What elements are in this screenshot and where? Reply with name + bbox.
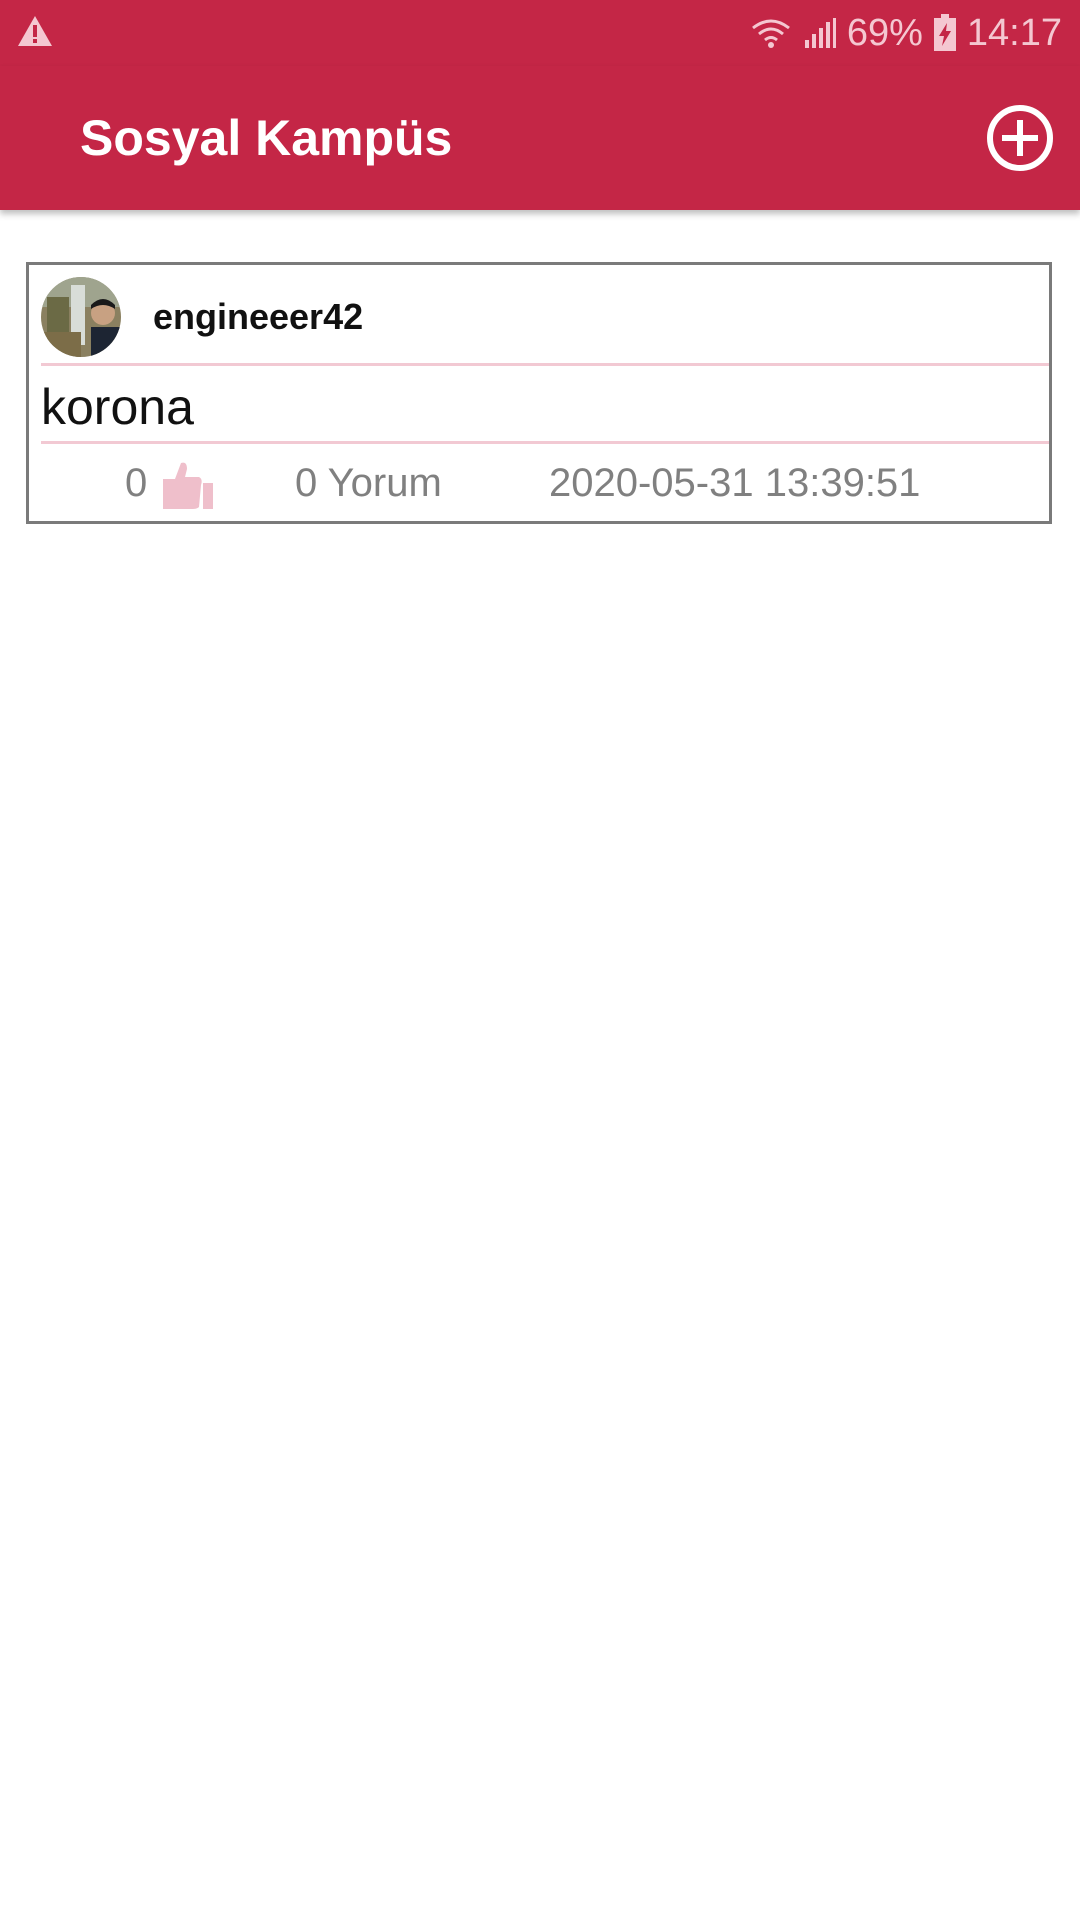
like-count: 0 (125, 461, 148, 505)
post-card[interactable]: engineeer42 korona 0 0 Yorum 2020-05-31 … (26, 262, 1052, 524)
battery-percent: 69% (846, 11, 923, 54)
post-username[interactable]: engineeer42 (153, 295, 363, 339)
post-header: engineeer42 (41, 277, 1049, 357)
battery-charging-icon (933, 14, 956, 51)
divider (41, 363, 1049, 366)
post-text: korona (41, 379, 194, 435)
avatar-image (41, 277, 121, 357)
comment-link[interactable]: 0 Yorum (295, 455, 442, 511)
divider (41, 441, 1049, 444)
status-time: 14:17 (966, 11, 1062, 54)
app-bar: Sosyal Kampüs (0, 66, 1080, 210)
thumbs-up-icon[interactable] (159, 461, 215, 511)
add-circle-icon[interactable] (984, 102, 1056, 174)
status-bar: 69% 14:17 (0, 0, 1080, 66)
warning-triangle-icon (18, 16, 52, 46)
signal-icon (804, 18, 836, 48)
wifi-icon (751, 19, 790, 48)
post-date: 2020-05-31 13:39:51 (549, 461, 921, 505)
status-indicators: 69% 14:17 (749, 8, 1062, 58)
app-title: Sosyal Kampüs (80, 110, 453, 166)
post-footer: 0 0 Yorum 2020-05-31 13:39:51 (29, 455, 1049, 511)
avatar[interactable] (41, 277, 121, 357)
